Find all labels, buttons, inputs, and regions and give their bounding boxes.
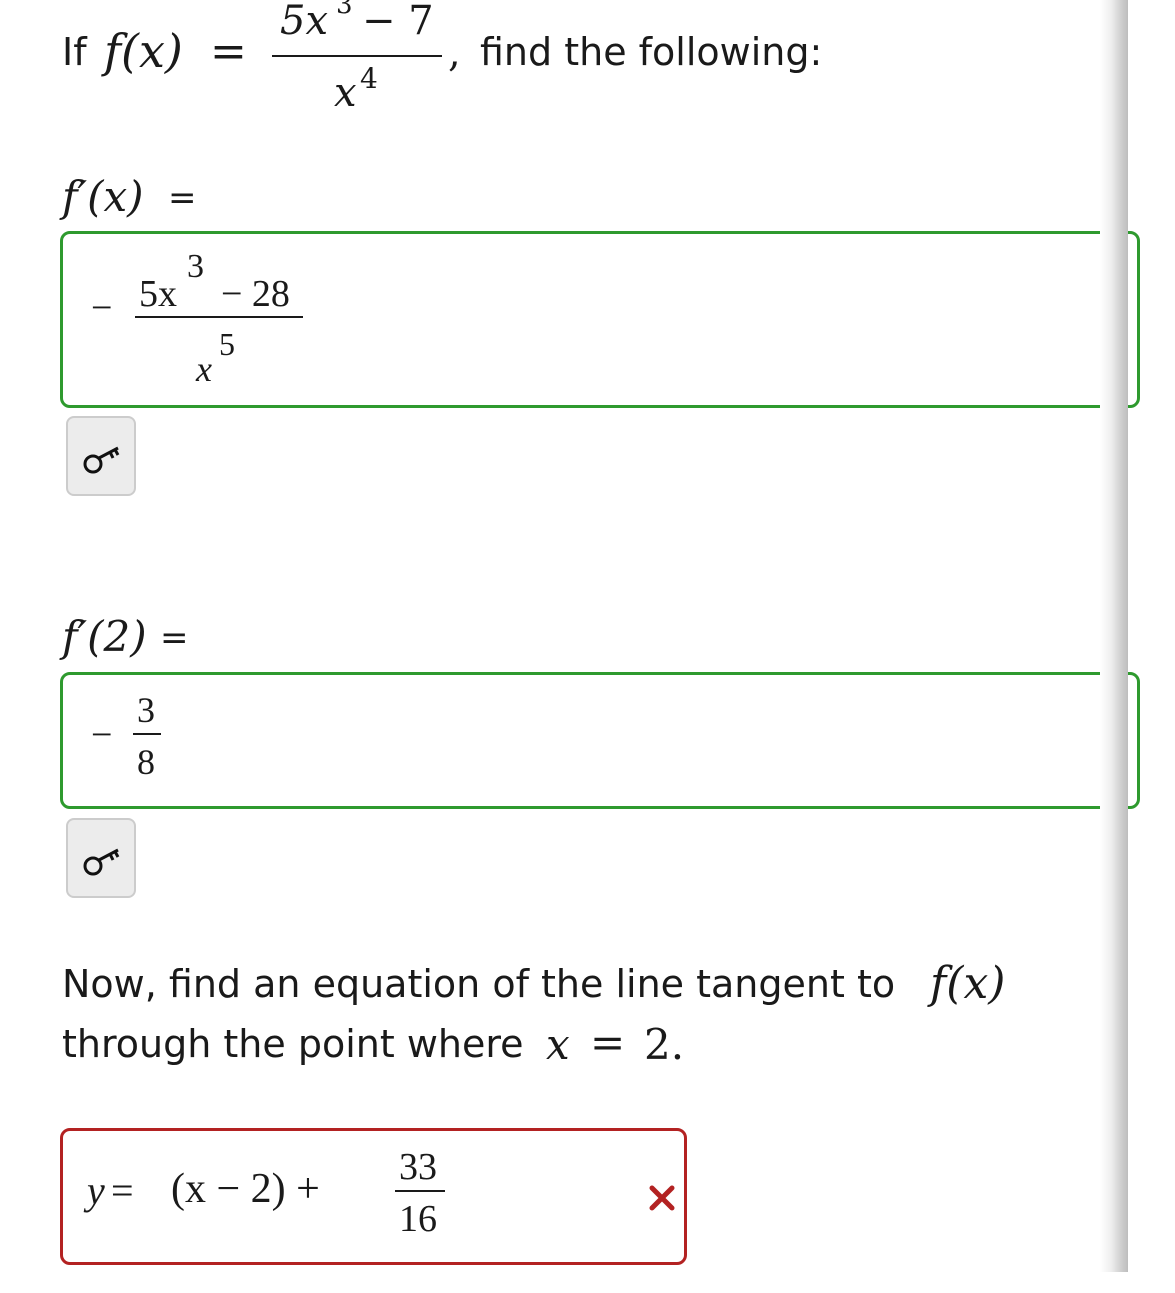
intro-numerator-exponent: 3 — [336, 0, 353, 20]
key-icon — [83, 446, 120, 474]
intro-denominator-exponent: 4 — [360, 62, 378, 95]
q2-answer-numerator: 3 — [137, 690, 155, 730]
q2-answer-denominator: 8 — [137, 742, 155, 782]
q1-answer-sign: − — [91, 287, 113, 329]
q2-answer-field[interactable]: − 3 8 — [60, 672, 1140, 809]
q3-prompt-line2: through the point where — [62, 1022, 524, 1066]
q3-prompt-line1: Now, find an equation of the line tangen… — [62, 962, 896, 1006]
q3-prompt-function: f(x) — [930, 958, 1006, 1009]
q3-answer-fraction-bar — [395, 1190, 445, 1192]
x-mark-icon — [649, 1185, 675, 1211]
vertical-scrollbar[interactable] — [1100, 0, 1128, 1272]
q3-answer-body: (x − 2) + — [171, 1166, 320, 1212]
q1-equals: = — [168, 178, 197, 218]
q3-prompt-value: 2. — [644, 1020, 685, 1069]
q2-answer-fraction-bar — [133, 733, 161, 735]
intro-numerator: 5x — [280, 0, 329, 44]
q3-answer-numerator: 33 — [399, 1146, 437, 1188]
q1-answer-numerator-rest: − 28 — [221, 273, 290, 315]
intro-equals: = — [210, 26, 247, 77]
q1-answer-numerator-base: 5x — [139, 273, 177, 315]
q1-label: f′(x) — [62, 172, 144, 221]
q1-answer-field[interactable]: − 5x 3 − 28 x 5 — [60, 231, 1140, 408]
intro-numerator-rest: − 7 — [362, 0, 434, 44]
q3-prompt-equals: = — [590, 1018, 626, 1067]
intro-denominator: x — [334, 70, 357, 116]
q2-answer-sign: − — [91, 714, 113, 756]
q2-equals: = — [160, 618, 189, 658]
q1-answer-denominator-exponent: 5 — [219, 326, 235, 362]
q1-answer-fraction-bar — [135, 316, 303, 318]
q3-answer-lhs: y — [87, 1168, 105, 1213]
q1-answer-denominator-base: x — [196, 349, 212, 389]
intro-prefix: If — [62, 30, 87, 74]
intro-fraction: 5x 3 − 7 x 4 — [272, 0, 442, 116]
q1-key-button[interactable] — [66, 416, 136, 496]
q2-label: f′(2) — [62, 612, 147, 661]
q3-prompt-variable: x — [546, 1020, 570, 1069]
intro-comma: , — [448, 30, 461, 76]
intro-fraction-bar — [272, 55, 442, 57]
intro-suffix: find the following: — [480, 30, 823, 74]
q2-key-button[interactable] — [66, 818, 136, 898]
q3-answer-field[interactable]: y = (x − 2) + 33 16 — [60, 1128, 687, 1265]
q3-answer-equals: = — [111, 1168, 134, 1213]
q1-answer-numerator-exponent: 3 — [187, 248, 204, 285]
key-icon — [83, 848, 120, 876]
intro-function: f(x) — [104, 24, 183, 78]
q3-answer-denominator: 16 — [399, 1198, 437, 1240]
